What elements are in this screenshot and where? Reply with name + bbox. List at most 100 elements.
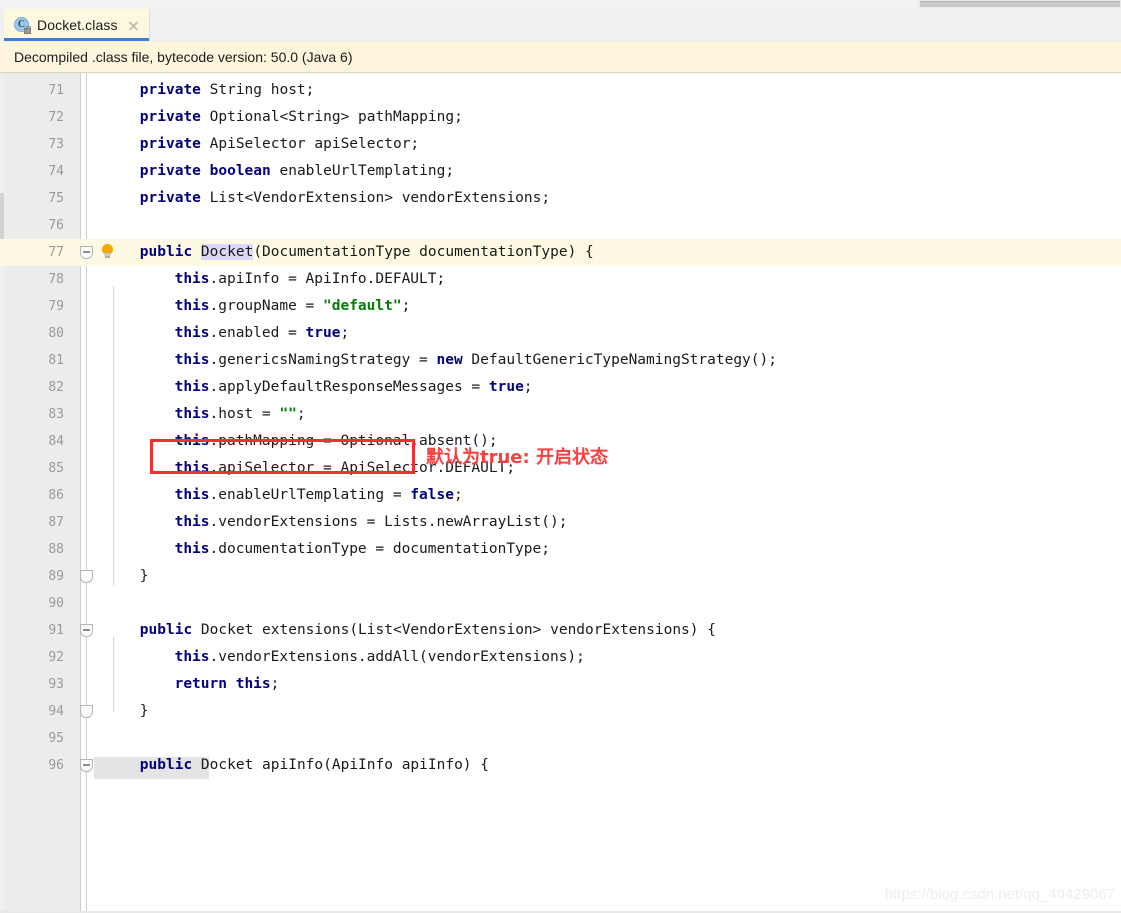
code-token: this — [174, 271, 210, 287]
line-number: 96 — [48, 758, 64, 773]
code-token: this — [174, 298, 210, 314]
code-line-71[interactable]: 71 private String host; — [0, 77, 1121, 104]
code-token: ; — [453, 487, 463, 503]
code-token: this — [174, 514, 210, 530]
code-line-96[interactable]: 96 public Docket apiInfo(ApiInfo apiInfo)… — [0, 752, 1121, 779]
code-line-text: this.enabled = true; — [175, 320, 350, 347]
code-line-92[interactable]: 92 this.vendorExtensions.addAll(vendorExt… — [0, 644, 1121, 671]
indent-guide — [113, 637, 114, 712]
code-fold-collapse-icon[interactable] — [80, 624, 93, 638]
line-number: 91 — [48, 623, 64, 638]
code-line-text: this.enableUrlTemplating = false; — [175, 482, 463, 509]
code-line-95[interactable]: 95 — [0, 725, 1121, 752]
code-line-82[interactable]: 82 this.applyDefaultResponseMessages = tr… — [0, 374, 1121, 401]
code-line-text: private List<VendorExtension> vendorExte… — [140, 185, 550, 212]
code-token: .host = — [209, 406, 280, 422]
code-token: .documentationType = documentationType; — [209, 541, 550, 557]
line-number: 94 — [48, 704, 64, 719]
line-number: 79 — [48, 299, 64, 314]
code-token: this — [235, 676, 271, 692]
line-number: 90 — [48, 596, 64, 611]
code-token: "" — [279, 406, 297, 422]
code-line-89[interactable]: 89} — [0, 563, 1121, 590]
tab-label: Docket.class — [37, 17, 118, 33]
editor-horizontal-scrollbar-strip — [0, 0, 1121, 9]
line-number: 85 — [48, 461, 64, 476]
code-line-87[interactable]: 87 this.vendorExtensions = Lists.newArray… — [0, 509, 1121, 536]
scrollbar-thumb[interactable] — [920, 1, 1120, 7]
code-line-73[interactable]: 73 private ApiSelector apiSelector; — [0, 131, 1121, 158]
code-token: this — [174, 352, 210, 368]
line-number: 81 — [48, 353, 64, 368]
code-line-text: private ApiSelector apiSelector; — [140, 131, 419, 158]
code-line-90[interactable]: 90 — [0, 590, 1121, 617]
code-fold-end-icon[interactable] — [80, 570, 93, 584]
code-line-88[interactable]: 88 this.documentationType = documentation… — [0, 536, 1121, 563]
code-fold-collapse-icon[interactable] — [80, 246, 93, 260]
code-token: String host; — [200, 82, 315, 98]
code-line-83[interactable]: 83 this.host = ""; — [0, 401, 1121, 428]
decompiled-notice-bar: Decompiled .class file, bytecode version… — [0, 42, 1121, 73]
code-line-86[interactable]: 86 this.enableUrlTemplating = false; — [0, 482, 1121, 509]
code-line-79[interactable]: 79 this.groupName = "default"; — [0, 293, 1121, 320]
line-number: 73 — [48, 137, 64, 152]
code-fold-end-icon[interactable] — [80, 705, 93, 719]
line-number: 92 — [48, 650, 64, 665]
line-number: 84 — [48, 434, 64, 449]
code-line-78[interactable]: 78 this.apiInfo = ApiInfo.DEFAULT; — [0, 266, 1121, 293]
code-token: private — [139, 82, 201, 98]
code-line-76[interactable]: 76 — [0, 212, 1121, 239]
code-line-text: this.host = ""; — [175, 401, 306, 428]
code-line-text: this.vendorExtensions.addAll(vendorExten… — [175, 644, 585, 671]
code-line-text: } — [140, 698, 149, 725]
code-line-75[interactable]: 75 private List<VendorExtension> vendorEx… — [0, 185, 1121, 212]
code-token: List<VendorExtension> vendorExtensions; — [200, 190, 551, 206]
selected-token: Docket — [200, 244, 254, 260]
lightbulb-intention-icon[interactable] — [100, 244, 116, 261]
close-icon[interactable] — [127, 19, 140, 32]
code-token: this — [174, 406, 210, 422]
code-token: ; — [296, 406, 306, 422]
editor-tab-bar: C Docket.class — [0, 9, 1121, 42]
code-token: boolean — [209, 163, 271, 179]
code-token: ; — [523, 379, 533, 395]
code-editor[interactable]: 71 private String host; 72 private Optional… — [0, 73, 1121, 913]
code-token: .enabled = — [209, 325, 306, 341]
code-line-text: this.applyDefaultResponseMessages = true… — [175, 374, 533, 401]
code-token: private — [139, 136, 201, 152]
line-number: 74 — [48, 164, 64, 179]
code-token: true — [305, 325, 341, 341]
code-line-91[interactable]: 91 public Docket extensions(List<VendorEx… — [0, 617, 1121, 644]
code-token: this — [174, 487, 210, 503]
code-token: enableUrlTemplating; — [270, 163, 455, 179]
code-token: } — [139, 568, 149, 584]
code-token: .vendorExtensions.addAll(vendorExtension… — [209, 649, 585, 665]
code-line-text: this.apiInfo = ApiInfo.DEFAULT; — [175, 266, 446, 293]
code-token: .groupName = — [209, 298, 324, 314]
code-token: .vendorExtensions = Lists.newArrayList()… — [209, 514, 568, 530]
code-line-text: private boolean enableUrlTemplating; — [140, 158, 454, 185]
code-line-text: } — [140, 563, 149, 590]
code-token: private — [139, 109, 201, 125]
code-line-94[interactable]: 94} — [0, 698, 1121, 725]
tab-active-underline — [4, 38, 149, 41]
code-line-74[interactable]: 74 private boolean enableUrlTemplating; — [0, 158, 1121, 185]
code-token: this — [174, 649, 210, 665]
code-line-80[interactable]: 80 this.enabled = true; — [0, 320, 1121, 347]
code-line-81[interactable]: 81 this.genericsNamingStrategy = new Defa… — [0, 347, 1121, 374]
code-fold-collapse-icon[interactable] — [80, 759, 93, 773]
code-line-text: public Docket(DocumentationType document… — [140, 239, 594, 266]
code-line-text: this.vendorExtensions = Lists.newArrayLi… — [175, 509, 568, 536]
code-line-77[interactable]: 77 public Docket(DocumentationType docume… — [0, 239, 1121, 266]
code-line-72[interactable]: 72 private Optional<String> pathMapping; — [0, 104, 1121, 131]
code-line-text: this.documentationType = documentationTy… — [175, 536, 550, 563]
tab-docket-class[interactable]: C Docket.class — [4, 9, 150, 41]
code-token: this — [174, 541, 210, 557]
code-token: ApiSelector apiSelector; — [200, 136, 420, 152]
indent-guide — [113, 286, 114, 585]
code-token: true — [488, 379, 524, 395]
code-line-93[interactable]: 93 return this; — [0, 671, 1121, 698]
code-token: this — [174, 325, 210, 341]
code-token: } — [139, 703, 149, 719]
code-token: .genericsNamingStrategy = — [209, 352, 437, 368]
